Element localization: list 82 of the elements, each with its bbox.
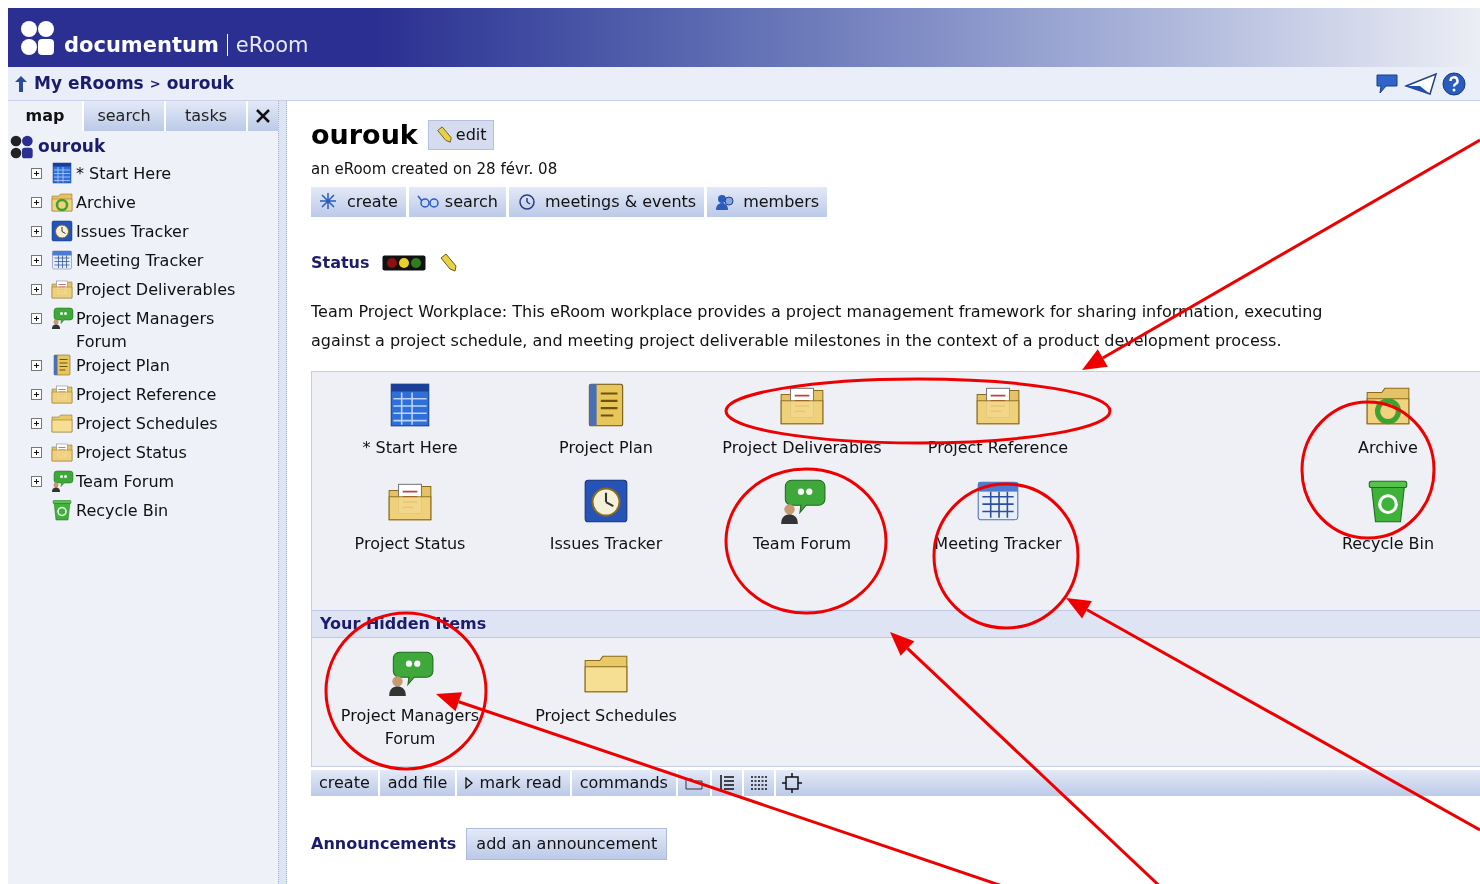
item-label[interactable]: Issues Tracker xyxy=(518,532,694,555)
toolbar-button[interactable]: search xyxy=(408,187,507,217)
calendar-icon xyxy=(50,248,74,272)
tree-root[interactable]: ourouk xyxy=(38,134,106,160)
toolbar-button[interactable]: add file xyxy=(379,770,458,796)
crosshair-icon xyxy=(781,773,802,793)
expand-icon[interactable] xyxy=(30,417,42,429)
folder-document-icon xyxy=(50,382,74,406)
paper-plane-icon[interactable] xyxy=(1404,71,1438,96)
up-arrow-icon[interactable] xyxy=(14,74,28,93)
breadcrumb-separator: > xyxy=(149,74,161,93)
chat-icon[interactable] xyxy=(1374,71,1400,96)
tree-item[interactable]: Recycle Bin xyxy=(76,499,256,522)
clock-icon xyxy=(50,219,74,243)
recycle-folder-icon xyxy=(50,190,74,214)
section-heading: Announcements xyxy=(311,833,457,855)
item-label[interactable]: Team Forum xyxy=(714,532,890,555)
room-subtitle: an eRoom created on 28 févr. 08 xyxy=(311,158,559,180)
tree-item[interactable]: * Start Here xyxy=(76,162,256,185)
expand-icon[interactable] xyxy=(30,196,42,208)
item-label[interactable]: Project Deliverables xyxy=(714,436,890,459)
toolbar-button[interactable]: create xyxy=(311,187,407,217)
status-label: Status xyxy=(311,252,370,274)
folder-document-icon xyxy=(50,277,74,301)
tree-item[interactable]: Project Plan xyxy=(76,354,256,377)
item-label[interactable]: Project Status xyxy=(322,532,498,555)
item-label[interactable]: Project Plan xyxy=(518,436,694,459)
recycle-bin-icon xyxy=(50,498,74,522)
help-icon[interactable] xyxy=(1442,71,1466,96)
play-icon xyxy=(465,777,474,789)
expand-icon[interactable] xyxy=(30,475,42,487)
expand-icon[interactable] xyxy=(30,359,42,371)
expand-icon[interactable] xyxy=(30,167,42,179)
folder-icon xyxy=(50,411,74,435)
folder-document-icon xyxy=(50,440,74,464)
sidebar-tab[interactable]: search xyxy=(82,101,164,131)
item-label[interactable]: Archive xyxy=(1300,436,1476,459)
notebook-icon xyxy=(50,353,74,377)
breadcrumb-link[interactable]: ourouk xyxy=(166,70,234,97)
tree-item[interactable]: Archive xyxy=(76,191,256,214)
tree-item[interactable]: Meeting Tracker xyxy=(76,249,256,272)
brand-name: documentum xyxy=(64,34,219,56)
pencil-icon xyxy=(434,126,453,145)
expand-icon[interactable] xyxy=(30,254,42,266)
speech-bubble-icon xyxy=(50,306,74,330)
speech-bubble-icon xyxy=(50,469,74,493)
tree-item[interactable]: Team Forum xyxy=(76,470,256,493)
close-icon xyxy=(256,109,270,123)
expand-icon[interactable] xyxy=(30,312,42,324)
expand-icon[interactable] xyxy=(30,283,42,295)
tree-item[interactable]: Project Status xyxy=(76,441,256,464)
product-name: eRoom xyxy=(235,34,309,56)
close-button[interactable] xyxy=(246,101,278,131)
expand-icon[interactable] xyxy=(30,388,42,400)
tree-item[interactable]: Issues Tracker xyxy=(76,220,256,243)
logo-icon xyxy=(20,19,56,56)
expand-icon[interactable] xyxy=(30,446,42,458)
folder-icon xyxy=(684,776,703,790)
item-label[interactable]: * Start Here xyxy=(322,436,498,459)
tree-item[interactable]: Project Managers Forum xyxy=(76,307,256,353)
expand-icon[interactable] xyxy=(30,225,42,237)
breadcrumb-link[interactable]: My eRooms xyxy=(34,70,144,97)
toolbar-button[interactable]: mark read xyxy=(457,770,572,796)
list-icon xyxy=(718,774,735,792)
tree-item[interactable]: Project Deliverables xyxy=(76,278,256,301)
toolbar-button[interactable]: commands xyxy=(571,770,678,796)
room-icon xyxy=(10,135,34,159)
add-announcement-button[interactable]: add an announcement xyxy=(466,828,668,860)
room-title: ourouk xyxy=(311,118,418,152)
dotted-list-icon xyxy=(749,774,768,792)
toolbar-button[interactable]: meetings & events xyxy=(508,187,706,217)
edit-button[interactable]: edit xyxy=(427,120,494,151)
toolbar-button[interactable]: create xyxy=(311,770,380,796)
sidebar-tab[interactable]: tasks xyxy=(164,101,246,131)
tree-item[interactable]: Project Reference xyxy=(76,383,256,406)
item-label[interactable]: Project Managers Forum xyxy=(330,704,490,750)
traffic-light-icon xyxy=(381,255,426,271)
item-label[interactable]: Recycle Bin xyxy=(1300,532,1476,555)
item-label[interactable]: Project Schedules xyxy=(526,704,686,727)
toolbar-button[interactable]: members xyxy=(707,187,829,217)
list-icon xyxy=(50,161,74,185)
tree-item[interactable]: Project Schedules xyxy=(76,412,256,435)
